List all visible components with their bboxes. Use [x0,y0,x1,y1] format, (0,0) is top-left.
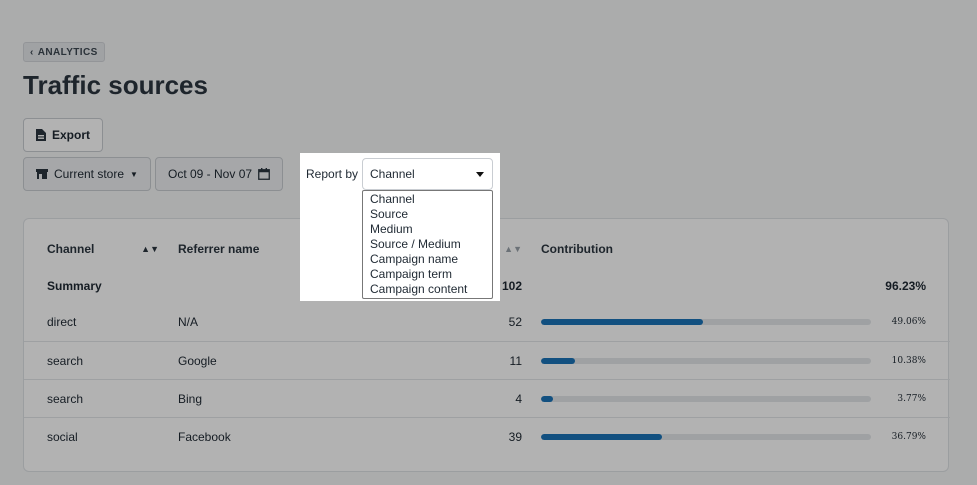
report-by-label: Report by [306,167,359,181]
report-by-option[interactable]: Source [363,207,492,222]
report-by-option[interactable]: Campaign term [363,267,492,282]
report-by-option[interactable]: Campaign name [363,252,492,267]
report-by-selected: Channel [370,167,415,181]
page: ‹ ANALYTICS Traffic sources Export Curre… [0,0,977,485]
caret-down-icon [476,172,484,177]
report-by-option[interactable]: Channel [363,192,492,207]
report-by-control: Report by Channel Channel Source Medium Sou… [300,153,500,301]
report-by-option[interactable]: Campaign content [363,282,492,297]
report-by-select[interactable]: Channel [362,158,493,190]
report-by-option[interactable]: Medium [363,222,492,237]
report-by-options: Channel Source Medium Source / Medium Campai… [362,190,493,299]
report-by-option[interactable]: Source / Medium [363,237,492,252]
